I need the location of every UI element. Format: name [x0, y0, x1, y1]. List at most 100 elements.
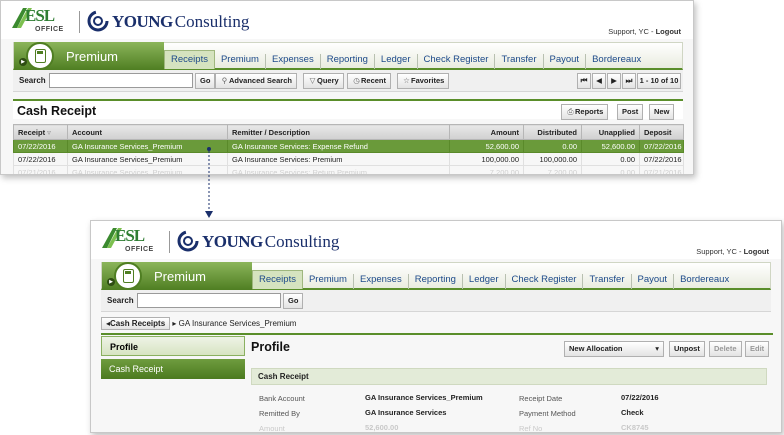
advanced-search-button[interactable]: ⚲ Advanced Search	[215, 73, 297, 89]
esl-office-logo: ESL OFFICE	[101, 226, 163, 256]
tab-premium[interactable]: Premium	[215, 54, 266, 69]
favorites-button[interactable]: ☆Favorites	[397, 73, 450, 89]
cash-receipt-section-title: Cash Receipt	[258, 372, 309, 381]
user-name: Support, YC	[608, 27, 649, 36]
user-area: Support, YC - Logout	[608, 27, 681, 36]
sidebar-item-cash-receipt[interactable]: Cash Receipt	[101, 359, 245, 379]
module-menu-play-icon[interactable]: ▶	[19, 58, 27, 66]
col-deposit[interactable]: Deposit	[639, 124, 684, 140]
logout-link[interactable]: Logout	[656, 27, 681, 36]
unpost-button[interactable]: Unpost	[669, 341, 705, 357]
cell-unapplied: 52,600.00	[581, 139, 640, 153]
ref-no-value: CK8745	[621, 423, 649, 432]
consulting-word: Consulting	[264, 232, 340, 251]
esl-wordmark: ESL	[115, 226, 145, 245]
tab-reporting[interactable]: Reporting	[321, 54, 375, 69]
post-button[interactable]: Post	[617, 104, 644, 120]
search-label: Search	[107, 296, 134, 305]
logo-divider	[79, 11, 80, 33]
prev-page-icon[interactable]: ◀	[592, 73, 606, 89]
breadcrumb: ◂Cash Receipts ▸ GA Insurance Services_P…	[101, 317, 296, 332]
tab-check-register[interactable]: Check Register	[418, 54, 496, 69]
col-remitter[interactable]: Remitter / Description	[227, 124, 450, 140]
tab-receipts[interactable]: Receipts	[164, 50, 215, 69]
bank-account-label: Bank Account	[259, 394, 305, 403]
tab-expenses[interactable]: Expenses	[354, 274, 409, 289]
cell-deposit: 07/21/2016	[639, 165, 684, 174]
module-menu-play-icon[interactable]: ▶	[107, 278, 115, 286]
search-input[interactable]	[137, 293, 281, 308]
col-unapplied[interactable]: Unapplied	[581, 124, 640, 140]
delete-button[interactable]: Delete	[709, 341, 742, 357]
query-button[interactable]: ▽ Query	[303, 73, 344, 89]
ref-no-label: Ref No	[519, 424, 543, 433]
app-header: ESL OFFICE YOUNG Consulting Support, YC …	[1, 1, 693, 39]
bank-account-value: GA Insurance Services_Premium	[365, 393, 483, 402]
col-account[interactable]: Account	[67, 124, 228, 140]
table-row[interactable]: 07/22/2016 GA Insurance Services_Premium…	[13, 139, 684, 153]
paging-indicator: 1 - 10 of 10	[637, 73, 681, 89]
tab-payout[interactable]: Payout	[632, 274, 675, 289]
calculator-icon	[26, 42, 54, 70]
tab-receipts[interactable]: Receipts	[252, 270, 303, 289]
tab-bordereaux[interactable]: Bordereaux	[586, 54, 647, 69]
new-button[interactable]: New	[649, 104, 675, 120]
search-go-button[interactable]: Go	[283, 293, 304, 309]
tab-expenses[interactable]: Expenses	[266, 54, 321, 69]
logo-divider	[169, 231, 170, 253]
table-row[interactable]: 07/21/2016 GA Insurance Services_Premium…	[13, 165, 684, 174]
cell-unapplied: 0.00	[581, 152, 640, 166]
logout-link[interactable]: Logout	[744, 247, 769, 256]
cash-receipt-detail-window: ESL OFFICE YOUNG Consulting Support, YC …	[90, 220, 782, 433]
col-distributed[interactable]: Distributed	[523, 124, 582, 140]
table-header-row: Receipt ▿ Account Remitter / Description…	[13, 124, 684, 140]
tab-bordereaux[interactable]: Bordereaux	[674, 274, 735, 289]
edit-button[interactable]: Edit	[745, 341, 770, 357]
tab-transfer[interactable]: Transfer	[495, 54, 544, 69]
receipt-date-value: 07/22/2016	[621, 393, 659, 402]
cell-remitter: GA Insurance Services: Premium	[227, 152, 450, 166]
breadcrumb-back-button[interactable]: ◂Cash Receipts	[101, 317, 171, 330]
tab-premium[interactable]: Premium	[303, 274, 354, 289]
user-area: Support, YC - Logout	[696, 247, 769, 256]
amount-value: 52,600.00	[365, 423, 399, 432]
new-allocation-select[interactable]: New Allocation ▾	[564, 341, 664, 357]
cash-receipt-list-window: ESL OFFICE YOUNG Consulting Support, YC …	[0, 0, 694, 175]
recent-button[interactable]: ◷Recent	[347, 73, 392, 89]
col-receipt[interactable]: Receipt ▿	[13, 124, 68, 140]
table-row[interactable]: 07/22/2016 GA Insurance Services_Premium…	[13, 152, 684, 166]
payment-method-label: Payment Method	[519, 409, 576, 418]
tab-check-register[interactable]: Check Register	[506, 274, 584, 289]
amount-label: Amount	[259, 424, 285, 433]
tab-reporting[interactable]: Reporting	[409, 274, 463, 289]
cell-distributed: 0.00	[523, 139, 582, 153]
search-input[interactable]	[49, 73, 193, 88]
col-amount[interactable]: Amount	[449, 124, 524, 140]
sidebar-item-profile[interactable]: Profile	[101, 336, 245, 356]
tab-ledger[interactable]: Ledger	[375, 54, 418, 69]
cell-amount: 100,000.00	[449, 152, 524, 166]
young-word: YOUNG	[202, 232, 263, 251]
first-page-icon[interactable]: ⏮	[577, 73, 591, 89]
recent-label: Recent	[361, 76, 387, 85]
cash-receipt-table: Receipt ▿ Account Remitter / Description…	[13, 124, 684, 174]
next-page-icon[interactable]: ▶	[607, 73, 621, 89]
star-icon: ☆	[403, 76, 410, 85]
reports-label: Reports	[575, 107, 604, 116]
funnel-icon: ▽	[309, 76, 316, 85]
search-go-button[interactable]: Go	[195, 73, 216, 89]
nav-tabs: Receipts Premium Expenses Reporting Ledg…	[164, 43, 647, 69]
esl-office-text: OFFICE	[125, 246, 154, 253]
printer-icon: ⎙	[567, 107, 574, 116]
tab-transfer[interactable]: Transfer	[583, 274, 632, 289]
connector-arrow-icon	[205, 147, 213, 218]
tab-ledger[interactable]: Ledger	[463, 274, 506, 289]
tab-payout[interactable]: Payout	[544, 54, 587, 69]
user-separator: -	[648, 27, 656, 36]
breadcrumb-current: GA Insurance Services_Premium	[178, 319, 297, 328]
module-navbar: ▶ Premium Receipts Premium Expenses Repo…	[101, 262, 771, 290]
young-swirl-icon	[87, 10, 109, 32]
last-page-icon[interactable]: ⏭	[622, 73, 636, 89]
reports-button[interactable]: ⎙ Reports	[561, 104, 609, 120]
profile-title-bar: Profile New Allocation ▾ Unpost Delete Ed…	[249, 338, 773, 358]
